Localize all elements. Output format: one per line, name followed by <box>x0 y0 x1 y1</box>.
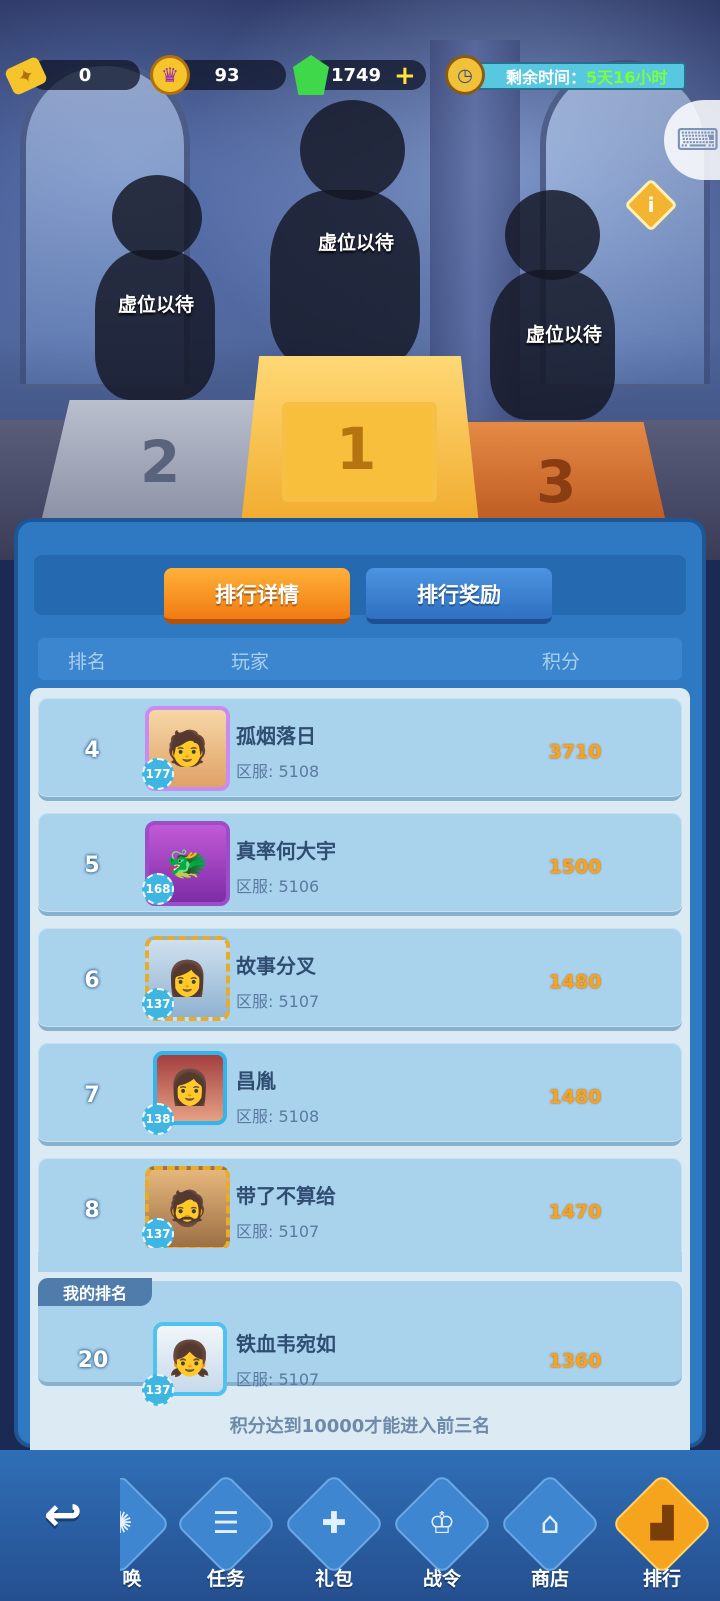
podium-2nd-placeholder: 虚位以待 <box>118 294 195 316</box>
level-badge: 177 <box>142 758 174 790</box>
silhouette-2nd-head <box>112 175 202 260</box>
player-score: 1480 <box>548 1086 602 1108</box>
tabs-band <box>34 555 686 615</box>
player-score: 1470 <box>548 1201 602 1223</box>
nav-ranking[interactable]: ▟ 排行 <box>611 1473 713 1598</box>
player-score: 1500 <box>548 856 602 878</box>
podium-icon: ▟ <box>611 1473 713 1575</box>
column-player: 玩家 <box>231 651 270 673</box>
silhouette-3rd-head <box>505 190 600 280</box>
shop-icon: ⌂ <box>499 1473 601 1575</box>
add-gems-plus-icon[interactable]: + <box>394 61 416 91</box>
column-rank: 排名 <box>68 651 107 673</box>
column-header: 排名 玩家 积分 <box>38 638 682 680</box>
my-player-server: 区服: 5107 <box>236 1370 320 1389</box>
level-badge: 137 <box>142 988 174 1020</box>
nav-tasks[interactable]: ☰ 任务 <box>175 1473 277 1598</box>
player-name: 昌胤 <box>236 1069 276 1093</box>
back-arrow-icon: ↩ <box>43 1487 83 1541</box>
column-score: 积分 <box>542 651 581 673</box>
crown-shield-icon: ♔ <box>391 1473 493 1575</box>
nav-battle-pass[interactable]: ♔ 战令 <box>391 1473 493 1598</box>
silhouette-2nd-body <box>95 250 215 400</box>
player-name: 真率何大宇 <box>236 839 336 863</box>
row-rank: 7 <box>84 1083 100 1108</box>
gem-count: 1749 <box>330 64 382 86</box>
row-rank: 8 <box>84 1198 100 1223</box>
row-rank: 5 <box>84 853 100 878</box>
player-name: 带了不算给 <box>236 1184 336 1208</box>
summon-icon: ✺ <box>120 1478 170 1575</box>
player-name: 孤烟落日 <box>236 724 316 748</box>
nav-gifts-label: 礼包 <box>314 1568 353 1590</box>
back-button[interactable]: ↩ <box>28 1484 98 1544</box>
ticket-counter: 0 <box>30 60 140 90</box>
gift-icon: ✚ <box>283 1473 385 1575</box>
gamepad-icon: ⌨ <box>676 122 720 158</box>
nav-summon[interactable]: ✺ 唤 <box>120 1478 170 1598</box>
my-rank-label: 我的排名 <box>38 1278 152 1306</box>
row-rank: 6 <box>84 968 100 993</box>
table-row-partial <box>38 1248 682 1272</box>
nav-tasks-label: 任务 <box>206 1568 245 1590</box>
player-server: 区服: 5108 <box>236 762 320 781</box>
my-player-score: 1360 <box>548 1350 602 1372</box>
player-server: 区服: 5108 <box>236 1107 320 1126</box>
row-rank: 4 <box>84 738 100 763</box>
level-badge: 168 <box>142 873 174 905</box>
level-badge: 137 <box>142 1374 174 1406</box>
timer-label: 剩余时间： <box>506 68 587 87</box>
nav-ranking-label: 排行 <box>642 1568 681 1590</box>
level-badge: 137 <box>142 1218 174 1250</box>
player-score: 1480 <box>548 971 602 993</box>
silhouette-1st-head <box>300 100 405 200</box>
trophy-coin-icon: ♛ <box>150 55 190 95</box>
tab-ranking-rewards[interactable]: 排行奖励 <box>366 568 552 624</box>
tab-ranking-details[interactable]: 排行详情 <box>164 568 350 624</box>
my-rank-number: 20 <box>77 1348 109 1373</box>
info-icon: i <box>647 193 655 217</box>
nav-shop[interactable]: ⌂ 商店 <box>499 1473 601 1598</box>
player-server: 区服: 5107 <box>236 1222 320 1241</box>
player-server: 区服: 5106 <box>236 877 320 896</box>
scroll-icon: ☰ <box>175 1473 277 1575</box>
podium-1st-number: 1 <box>336 415 377 483</box>
player-score: 3710 <box>548 741 602 763</box>
top-three-hint: 积分达到10000才能进入前三名 <box>229 1416 491 1437</box>
player-name: 故事分叉 <box>236 954 316 978</box>
trophy-count: 93 <box>214 64 240 86</box>
remaining-time: 剩余时间： 5天16小时 <box>470 62 686 90</box>
timer-value: 5天16小时 <box>586 68 668 87</box>
podium-3rd-placeholder: 虚位以待 <box>526 324 603 346</box>
stopwatch-icon: ◷ <box>445 55 485 95</box>
player-server: 区服: 5107 <box>236 992 320 1011</box>
nav-battle-pass-label: 战令 <box>422 1568 461 1590</box>
podium-1st-placeholder: 虚位以待 <box>318 232 395 254</box>
level-badge: 138 <box>142 1103 174 1135</box>
podium-2nd-number: 2 <box>140 428 181 496</box>
nav-shop-label: 商店 <box>530 1568 569 1590</box>
silhouette-1st-body <box>270 190 420 370</box>
nav-summon-label: 唤 <box>122 1568 142 1590</box>
nav-gifts[interactable]: ✚ 礼包 <box>283 1473 385 1598</box>
ticket-count: 0 <box>78 64 92 86</box>
podium-3rd-number: 3 <box>536 448 577 516</box>
my-player-name: 铁血韦宛如 <box>236 1332 336 1356</box>
